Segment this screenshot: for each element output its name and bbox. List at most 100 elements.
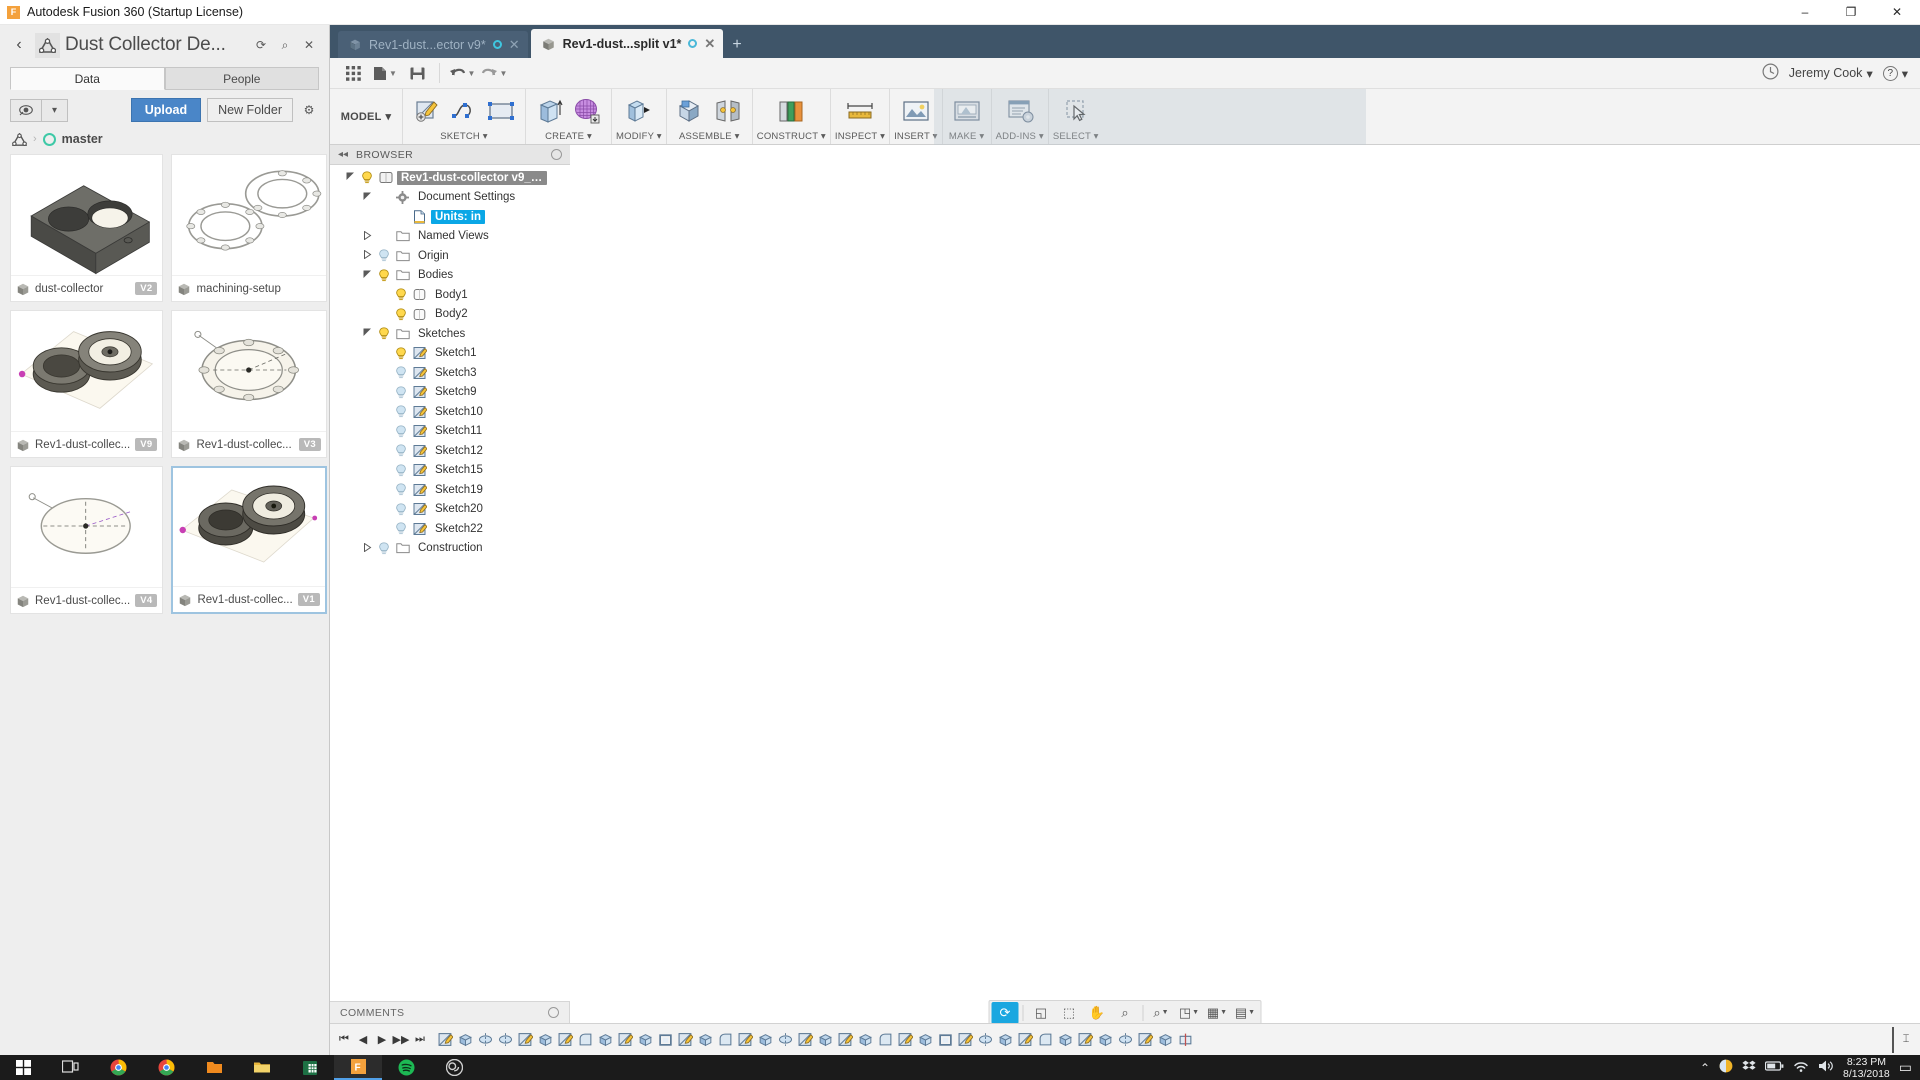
visibility-toggle[interactable]	[377, 249, 391, 262]
data-panel-close-icon[interactable]: ✕	[297, 33, 321, 57]
timeline-playback-button[interactable]: ▶▶	[393, 1030, 410, 1050]
obs-icon[interactable]	[430, 1055, 478, 1080]
back-icon[interactable]: ‹	[8, 34, 30, 56]
ribbon-group-label[interactable]: MAKE ▾	[949, 130, 985, 144]
timeline-track[interactable]	[436, 1028, 1888, 1052]
tree-item-body1[interactable]: Body1	[330, 285, 570, 305]
chrome-icon-2[interactable]	[142, 1055, 190, 1080]
timeline-feature-sketch[interactable]	[956, 1029, 975, 1051]
create-sketch-icon[interactable]	[410, 95, 444, 127]
ribbon-group-label[interactable]: INSERT ▾	[894, 130, 938, 144]
tray-chevron-icon[interactable]: ⌃	[1700, 1061, 1710, 1075]
visibility-toggle[interactable]	[394, 503, 408, 516]
view-options-caret-icon[interactable]: ▾	[42, 98, 68, 122]
tree-item-rev1-dust-collector-v9-rev1[interactable]: Rev1-dust-collector v9_Rev1-...	[330, 168, 570, 188]
file-icon[interactable]: ▼	[370, 60, 400, 86]
visibility-toggle[interactable]	[394, 425, 408, 438]
ribbon-group-label[interactable]: INSPECT ▾	[835, 130, 885, 144]
visibility-toggle[interactable]	[394, 386, 408, 399]
timeline-feature-sketch[interactable]	[896, 1029, 915, 1051]
orbit-icon[interactable]: ⟳	[991, 1001, 1019, 1024]
dropbox-icon[interactable]	[1742, 1059, 1756, 1076]
visibility-toggle[interactable]	[377, 542, 391, 555]
visibility-toggle[interactable]	[394, 347, 408, 360]
timeline-feature-extrude[interactable]	[996, 1029, 1015, 1051]
3d-print-icon[interactable]	[950, 95, 984, 127]
timeline-feature-revolve[interactable]	[1116, 1029, 1135, 1051]
browser-settings-icon[interactable]	[551, 149, 562, 160]
tree-item-sketches[interactable]: Sketches	[330, 324, 570, 344]
document-tab-active[interactable]: Rev1-dust...split v1* ✕	[530, 29, 724, 58]
zoom-window-icon[interactable]: ⌕ ▼	[1148, 1002, 1175, 1024]
visibility-toggle[interactable]	[394, 308, 408, 321]
tree-item-sketch12[interactable]: Sketch12	[330, 441, 570, 461]
excel-icon[interactable]	[286, 1055, 334, 1080]
close-tab-icon[interactable]: ✕	[509, 37, 520, 53]
timeline-feature-revolve[interactable]	[776, 1029, 795, 1051]
tree-item-sketch22[interactable]: Sketch22	[330, 519, 570, 539]
timeline-feature-sketch[interactable]	[836, 1029, 855, 1051]
sun-icon[interactable]	[1719, 1059, 1733, 1076]
timeline-feature-extrude[interactable]	[536, 1029, 555, 1051]
zoom-icon[interactable]: ⌕	[1112, 1002, 1139, 1024]
view-cube[interactable]: BOTTOM x y z	[1795, 157, 1890, 244]
timeline-feature-extrude[interactable]	[1056, 1029, 1075, 1051]
action-center-icon[interactable]: ▭	[1899, 1059, 1912, 1076]
select-icon[interactable]	[1059, 95, 1093, 127]
timeline-end-marker[interactable]	[1892, 1026, 1894, 1053]
timeline-playback-button[interactable]: ◀	[355, 1030, 371, 1050]
timeline-feature-fillet[interactable]	[576, 1029, 595, 1051]
visibility-toggle[interactable]	[394, 288, 408, 301]
close-button[interactable]: ✕	[1874, 0, 1920, 25]
rectangle-icon[interactable]	[484, 95, 518, 127]
tree-item-named-views[interactable]: Named Views	[330, 227, 570, 247]
tree-item-origin[interactable]: Origin	[330, 246, 570, 266]
pan-icon[interactable]: ✋	[1084, 1002, 1111, 1024]
grid-apps-icon[interactable]	[338, 60, 368, 86]
timeline-feature-shell[interactable]	[656, 1029, 675, 1051]
minimize-button[interactable]: –	[1782, 0, 1828, 25]
upload-button[interactable]: Upload	[130, 98, 202, 122]
fusion360-icon[interactable]: F	[334, 1055, 382, 1080]
timeline-feature-extrude[interactable]	[1156, 1029, 1175, 1051]
search-icon[interactable]: ⌕	[273, 33, 297, 57]
timeline-feature-extrude[interactable]	[456, 1029, 475, 1051]
undo-icon[interactable]: ▼	[447, 60, 477, 86]
tree-item-sketch9[interactable]: Sketch9	[330, 383, 570, 403]
viewports-icon[interactable]: ▤ ▼	[1232, 1002, 1259, 1024]
tree-item-sketch10[interactable]: Sketch10	[330, 402, 570, 422]
collapse-icon[interactable]: ◂◂	[338, 149, 348, 160]
comments-settings-icon[interactable]	[548, 1007, 559, 1018]
visibility-toggle[interactable]	[394, 405, 408, 418]
joint-icon[interactable]	[711, 95, 745, 127]
form-icon[interactable]	[570, 95, 604, 127]
insert-decal-icon[interactable]	[899, 95, 933, 127]
file-card[interactable]: Rev1-dust-collec... V3	[171, 310, 327, 458]
redo-icon[interactable]: ▼	[479, 60, 509, 86]
timeline-feature-fillet[interactable]	[716, 1029, 735, 1051]
timeline-feature-extrude[interactable]	[916, 1029, 935, 1051]
tree-item-body2[interactable]: Body2	[330, 305, 570, 325]
timeline-playback-button[interactable]: ⏮	[336, 1030, 352, 1050]
volume-icon[interactable]	[1818, 1059, 1834, 1076]
timeline-feature-revolve[interactable]	[496, 1029, 515, 1051]
tree-item-document-settings[interactable]: Document Settings	[330, 188, 570, 208]
timeline-feature-extrude[interactable]	[856, 1029, 875, 1051]
new-folder-button[interactable]: New Folder	[207, 98, 293, 122]
visibility-toggle[interactable]	[394, 464, 408, 477]
timeline-feature-sketch[interactable]	[556, 1029, 575, 1051]
visibility-toggle[interactable]	[377, 269, 391, 282]
tab-data[interactable]: Data	[10, 67, 165, 90]
timeline-playback-button[interactable]: ⏭	[412, 1030, 428, 1050]
timeline-feature-sketch[interactable]	[676, 1029, 695, 1051]
timeline-feature-sketch[interactable]	[736, 1029, 755, 1051]
timeline-feature-revolve[interactable]	[476, 1029, 495, 1051]
tree-item-sketch15[interactable]: Sketch15	[330, 461, 570, 481]
save-icon[interactable]	[402, 60, 432, 86]
timeline-feature-split[interactable]	[1176, 1029, 1195, 1051]
ribbon-group-label[interactable]: MODIFY ▾	[616, 130, 662, 144]
timeline-feature-shell[interactable]	[936, 1029, 955, 1051]
help-menu[interactable]: ? ▾	[1882, 65, 1908, 81]
timeline-feature-sketch[interactable]	[796, 1029, 815, 1051]
scripts-addins-icon[interactable]	[1003, 95, 1037, 127]
